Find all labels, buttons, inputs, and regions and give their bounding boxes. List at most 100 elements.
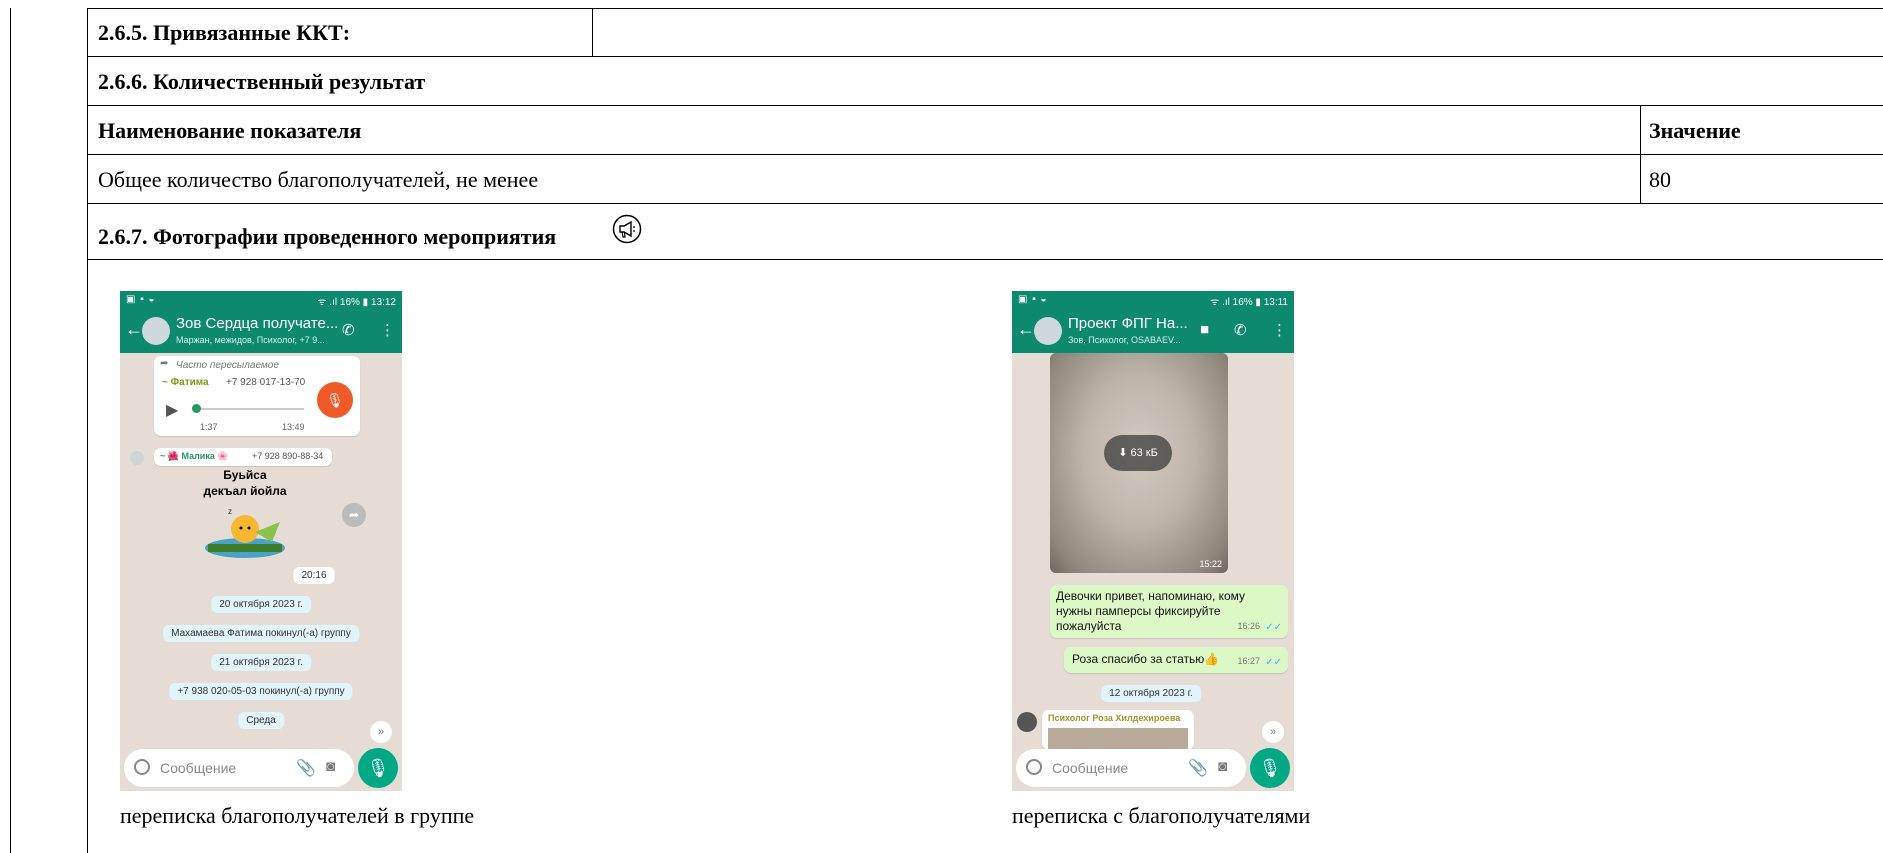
photo-caption-1: переписка благополучателей в группе [120, 803, 475, 828]
top-border [87, 8, 1883, 9]
status-bar: ▣ ▪ ◒ ᯤ .ıl 16% ▮ 13:11 [1012, 291, 1294, 309]
left-border [10, 8, 11, 853]
share-icon[interactable]: ➦ [342, 503, 366, 527]
sender-phone-1: +7 928 017-13-70 [226, 377, 306, 388]
camera-icon[interactable]: ◙ [326, 758, 335, 775]
chat-header: ← Зов Сердца получате... Маржан, межидов… [120, 309, 402, 353]
megaphone-icon [612, 214, 642, 244]
report-page: 2.6.5. Привязанные ККТ: 2.6.6. Количеств… [0, 0, 1883, 853]
system-event-2: +7 938 020-05-03 покинул(-а) группу [169, 683, 353, 700]
incoming-media-preview [1048, 728, 1188, 750]
chat-header: ← Проект ФПГ На... Зов, Психолог, OSABAE… [1012, 309, 1294, 353]
attach-icon[interactable]: 📎 [1188, 758, 1208, 778]
kkt-label: 2.6.5. Привязанные ККТ: [98, 20, 351, 45]
chat-title[interactable]: Зов Сердца получате... [176, 315, 338, 332]
quant-result-label: 2.6.6. Количественный результат [98, 69, 426, 94]
message-input[interactable]: Сообщение 📎 ◙ [1016, 749, 1246, 787]
download-icon: ⬇ [1118, 447, 1128, 459]
attach-icon[interactable]: 📎 [296, 758, 316, 778]
value-header: Значение [1649, 118, 1741, 143]
outgoing-message-1: Девочки привет, напоминаю, кому нужны па… [1050, 585, 1288, 638]
mic-button[interactable]: 🎙 [358, 748, 398, 788]
incoming-message: Психолог Роза Хилдехироева [1042, 710, 1194, 750]
message-input[interactable]: Сообщение 📎 ◙ [124, 749, 354, 787]
read-ticks-icon: ✓✓ [1265, 657, 1282, 668]
message-time-1: 16:26 [1237, 621, 1260, 631]
sender-name-1: ~ Фатима [162, 377, 209, 388]
sender-name: Психолог Роза Хилдехироева [1048, 713, 1181, 723]
photo-caption-2: переписка с благополучателями [1012, 803, 1311, 828]
group-avatar[interactable] [1034, 317, 1062, 345]
video-call-icon[interactable]: ■ [1200, 321, 1209, 338]
emoji-icon[interactable] [134, 759, 150, 775]
sender-phone-2: +7 928 890-88-34 [252, 451, 324, 461]
indicator-name: Общее количество благополучателей, не ме… [98, 167, 539, 192]
kkt-divider [592, 8, 593, 56]
sticker-text-1: Буьйса [223, 468, 267, 482]
audio-track[interactable] [194, 408, 304, 410]
value-divider [1640, 105, 1641, 203]
row-line-5 [87, 259, 1883, 260]
scroll-down-icon[interactable]: » [370, 721, 392, 743]
play-icon[interactable]: ▶ [166, 400, 178, 420]
audio-time: 13:49 [282, 422, 305, 432]
date-chip: 12 октября 2023 г. [1101, 685, 1201, 702]
row-line-2 [87, 105, 1883, 106]
status-time: ᯤ .ıl 16% ▮ 13:12 [317, 297, 396, 308]
outgoing-message-2: Роза спасибо за статью👍 16:27 ✓✓ [1064, 647, 1288, 673]
mic-button[interactable]: 🎙 [1250, 748, 1290, 788]
more-menu-icon[interactable]: ⋮ [380, 321, 395, 339]
indicator-value: 80 [1649, 167, 1671, 192]
chat-subtitle: Маржан, межидов, Психолог, +7 9... [176, 335, 325, 345]
add-call-icon[interactable]: ✆ [342, 321, 355, 339]
screenshot-project-chat: ▣ ▪ ◒ ᯤ .ıl 16% ▮ 13:11 ← Проект ФПГ На.… [1012, 291, 1294, 791]
media-time: 15:22 [1199, 559, 1222, 569]
photos-label: 2.6.7. Фотографии проведенного мероприят… [98, 224, 557, 249]
message-text-1: Девочки привет, напоминаю, кому нужны па… [1056, 589, 1246, 633]
scroll-down-icon[interactable]: » [1262, 721, 1284, 743]
forward-arrow-icon: ➦ [160, 358, 169, 369]
svg-text:z: z [228, 507, 232, 516]
forwarded-label: Часто пересылаемое [176, 360, 279, 371]
screenshot-group-chat: ▣ ▪ ◒ ᯤ .ıl 16% ▮ 13:12 ← Зов Сердца пол… [120, 291, 402, 791]
media-size: 63 кБ [1130, 447, 1158, 459]
message-placeholder: Сообщение [160, 760, 237, 776]
audio-position: 1:37 [200, 422, 218, 432]
back-arrow-icon[interactable]: ← [125, 319, 143, 340]
indicator-header: Наименование показателя [98, 118, 362, 143]
sender-name-2: ~ 🌺 Малика 🌸 [160, 451, 229, 461]
message-text-2: Роза спасибо за статью👍 [1072, 652, 1220, 666]
audio-message: Часто пересылаемое ➦ ~ Фатима +7 928 017… [154, 356, 360, 436]
read-ticks-icon: ✓✓ [1265, 622, 1282, 633]
group-avatar[interactable] [142, 317, 170, 345]
chat-title[interactable]: Проект ФПГ На... [1068, 315, 1188, 332]
download-button[interactable]: ⬇ 63 кБ [1104, 435, 1172, 471]
message-placeholder: Сообщение [1052, 760, 1129, 776]
message-time-2: 16:27 [1237, 656, 1260, 666]
emoji-icon[interactable] [1026, 759, 1042, 775]
date-chip-1: 20 октября 2023 г. [211, 596, 311, 613]
status-time: ᯤ .ıl 16% ▮ 13:11 [1210, 297, 1288, 308]
sender-header: ~ 🌺 Малика 🌸 +7 928 890-88-34 [154, 448, 332, 466]
sticker-time: 20:16 [293, 567, 335, 584]
notification-icons: ▣ ▪ ◒ [126, 294, 156, 305]
voice-call-icon[interactable]: ✆ [1234, 321, 1247, 339]
notification-icons: ▣ ▪ ◒ [1018, 294, 1048, 305]
system-event-1: Махамаева Фатима покинул(-а) группу [163, 625, 359, 642]
sender-avatar-icon [130, 451, 144, 465]
camera-icon[interactable]: ◙ [1218, 758, 1227, 775]
sticker-text-2: декъал йойла [203, 484, 287, 498]
date-chip-3: Среда [238, 712, 284, 729]
back-arrow-icon[interactable]: ← [1017, 319, 1035, 340]
sleeping-sun-sticker: z [205, 507, 285, 558]
blurred-media[interactable]: ⬇ 63 кБ 15:22 [1050, 353, 1228, 573]
audio-knob[interactable] [192, 404, 201, 413]
row-line-4 [87, 203, 1883, 204]
date-chip-2: 21 октября 2023 г. [211, 654, 311, 671]
row-line-1 [87, 56, 1883, 57]
sender-avatar [1017, 712, 1037, 732]
row-line-3 [87, 154, 1883, 155]
more-menu-icon[interactable]: ⋮ [1272, 321, 1287, 339]
status-bar: ▣ ▪ ◒ ᯤ .ıl 16% ▮ 13:12 [120, 291, 402, 309]
voice-mic-icon: 🎙 [317, 382, 353, 418]
